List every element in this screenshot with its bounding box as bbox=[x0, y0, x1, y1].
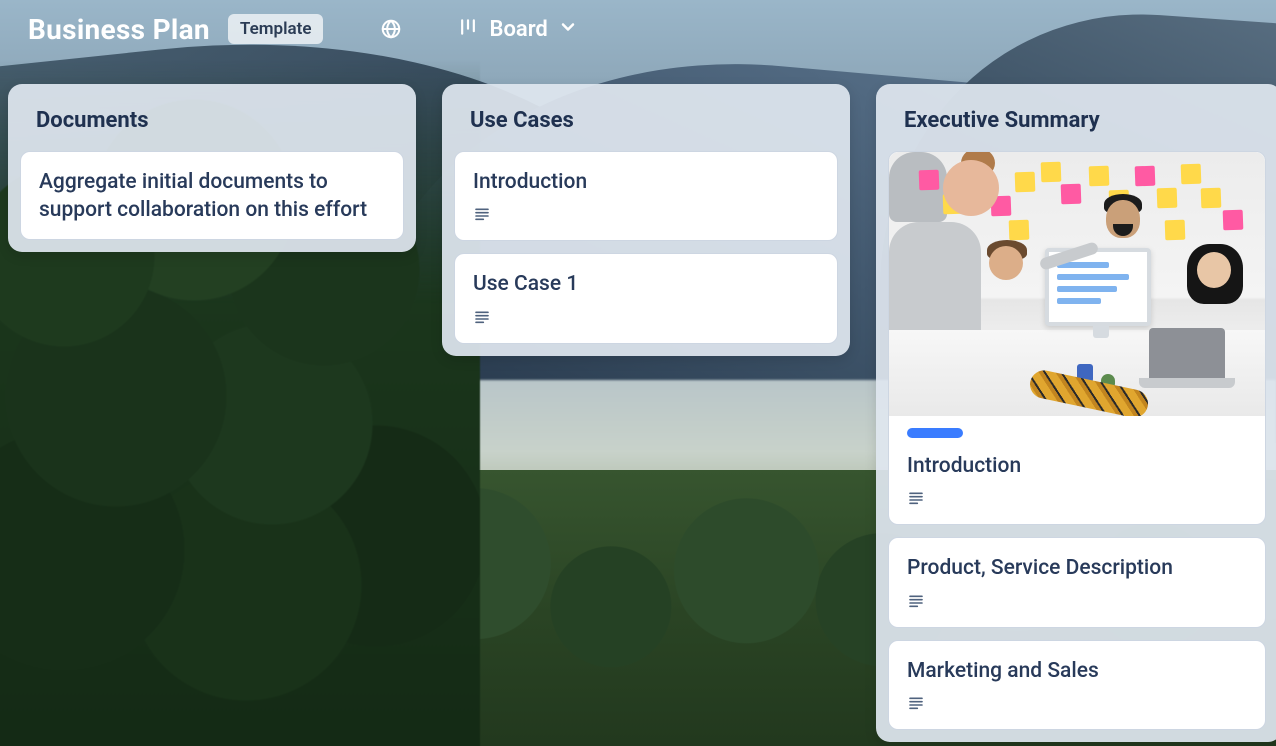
card[interactable]: Aggregate initial documents to support c… bbox=[20, 151, 404, 240]
card-cover-image bbox=[889, 152, 1265, 416]
card-title: Marketing and Sales bbox=[907, 657, 1247, 685]
description-icon bbox=[473, 206, 819, 226]
card[interactable]: Marketing and Sales bbox=[888, 640, 1266, 730]
card-list: Introduction Use Case 1 bbox=[452, 151, 840, 344]
board-view-icon bbox=[457, 17, 479, 41]
card[interactable]: Introduction bbox=[888, 151, 1266, 525]
card-title: Introduction bbox=[907, 452, 1247, 480]
card-title: Introduction bbox=[473, 168, 819, 196]
column-title[interactable]: Executive Summary bbox=[886, 94, 1272, 151]
chevron-down-icon bbox=[558, 17, 578, 41]
description-icon bbox=[473, 309, 819, 329]
globe-icon[interactable] bbox=[373, 11, 409, 47]
column-use-cases[interactable]: Use Cases Introduction Use Case 1 bbox=[442, 84, 850, 356]
card-label-pill[interactable] bbox=[907, 428, 963, 438]
description-icon bbox=[907, 695, 1247, 715]
view-label: Board bbox=[489, 17, 547, 42]
card-title: Aggregate initial documents to support c… bbox=[39, 168, 385, 225]
template-badge[interactable]: Template bbox=[228, 14, 324, 44]
description-icon bbox=[907, 490, 1247, 510]
board-canvas[interactable]: Documents Aggregate initial documents to… bbox=[0, 58, 1276, 746]
column-documents[interactable]: Documents Aggregate initial documents to… bbox=[8, 84, 416, 252]
page-title: Business Plan bbox=[28, 13, 210, 46]
view-switcher[interactable]: Board bbox=[451, 13, 583, 46]
column-title[interactable]: Documents bbox=[18, 94, 406, 151]
column-executive-summary[interactable]: Executive Summary bbox=[876, 84, 1276, 742]
description-icon bbox=[907, 593, 1247, 613]
board-header: Business Plan Template Board bbox=[0, 0, 1276, 58]
card[interactable]: Use Case 1 bbox=[454, 253, 838, 343]
card[interactable]: Product, Service Description bbox=[888, 537, 1266, 627]
card-list: Introduction Product, Service Descriptio… bbox=[886, 151, 1272, 730]
card-title: Use Case 1 bbox=[473, 270, 819, 298]
column-title[interactable]: Use Cases bbox=[452, 94, 840, 151]
card-title: Product, Service Description bbox=[907, 554, 1247, 582]
card[interactable]: Introduction bbox=[454, 151, 838, 241]
card-list: Aggregate initial documents to support c… bbox=[18, 151, 406, 240]
